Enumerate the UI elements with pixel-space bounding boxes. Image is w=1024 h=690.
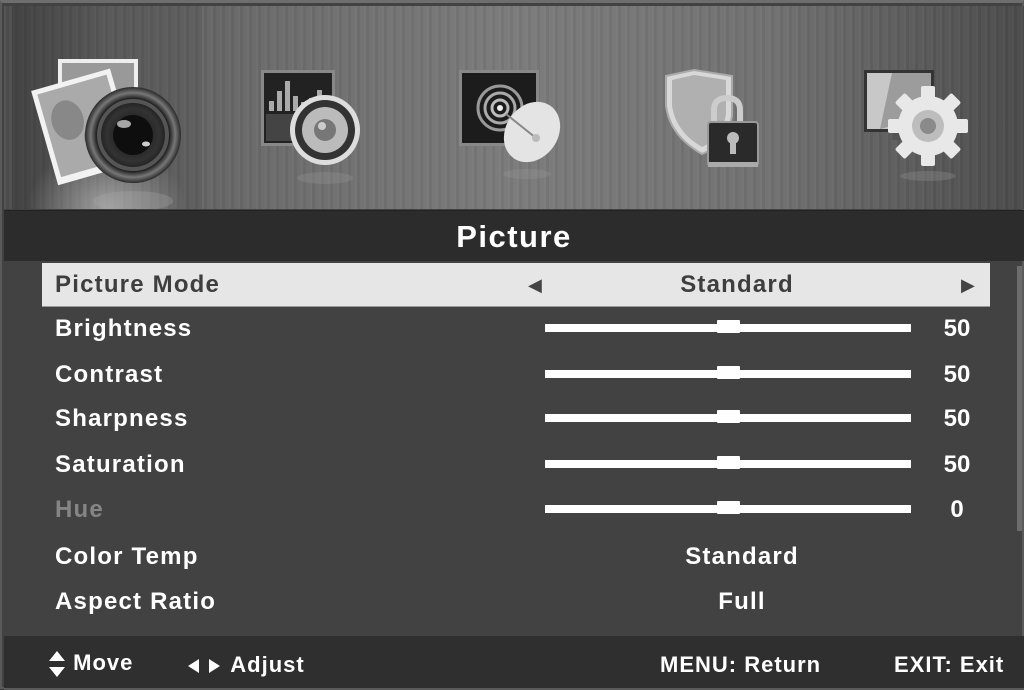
saturation-slider[interactable] (545, 456, 911, 469)
picture-menu-list: Picture Mode ◀ Standard ▶ Brightness 50 … (4, 261, 1014, 635)
page-title: Picture (456, 219, 572, 254)
menu-item-aspect-ratio[interactable]: Aspect Ratio Full (42, 580, 990, 624)
up-down-arrows-icon (49, 651, 65, 677)
menu-item-hue: Hue 0 (42, 488, 990, 532)
hint-adjust-label: Adjust (230, 652, 305, 677)
menu-item-brightness[interactable]: Brightness 50 (42, 307, 990, 351)
color-temp-value: Standard (685, 543, 799, 570)
left-right-arrows-icon (188, 659, 220, 674)
menu-item-label: Aspect Ratio (55, 588, 217, 615)
category-icon-bar (4, 6, 1024, 209)
contrast-slider[interactable] (545, 366, 911, 379)
right-arrow-icon[interactable]: ▶ (961, 273, 975, 297)
slider-thumb[interactable] (717, 366, 740, 379)
tab-setup[interactable] (832, 6, 1022, 209)
menu-item-label: Contrast (55, 361, 164, 388)
menu-title-bar: Picture (4, 210, 1024, 261)
menu-item-sharpness[interactable]: Sharpness 50 (42, 397, 990, 441)
slider-thumb[interactable] (717, 410, 740, 423)
sharpness-slider[interactable] (545, 410, 911, 423)
menu-item-label: Color Temp (55, 543, 199, 570)
menu-item-label: Sharpness (55, 405, 189, 432)
aspect-ratio-value: Full (718, 588, 766, 615)
brightness-slider[interactable] (545, 320, 911, 333)
sharpness-value: 50 (943, 405, 971, 432)
hint-move-label: Move (73, 649, 134, 675)
menu-item-saturation[interactable]: Saturation 50 (42, 443, 990, 487)
hint-adjust: Adjust (186, 652, 305, 678)
tab-picture[interactable] (12, 6, 202, 209)
menu-item-label: Brightness (55, 315, 193, 342)
hue-slider (545, 501, 911, 514)
menu-item-picture-mode[interactable]: Picture Mode ◀ Standard ▶ (42, 263, 990, 307)
menu-item-label: Picture Mode (55, 271, 221, 298)
tab-sound[interactable] (229, 6, 419, 209)
slider-thumb[interactable] (717, 456, 740, 469)
hint-move: Move (48, 649, 133, 679)
menu-item-color-temp[interactable]: Color Temp Standard (42, 535, 990, 579)
speaker-equalizer-icon (261, 70, 360, 184)
tv-osd-menu: Picture Picture Mode ◀ Standard ▶ Bright… (0, 0, 1024, 690)
footer-hint-bar: Move Adjust MENU: Return EXIT: Exit (4, 636, 1024, 690)
slider-thumb (717, 501, 740, 514)
hint-menu-return: MENU: Return (660, 652, 822, 677)
saturation-value: 50 (943, 451, 971, 478)
menu-item-label: Hue (55, 496, 104, 523)
tab-lock[interactable] (632, 6, 822, 209)
brightness-value: 50 (943, 315, 971, 342)
menu-item-label: Saturation (55, 451, 186, 478)
monitor-gear-icon (864, 70, 968, 181)
shield-lock-icon (665, 68, 759, 167)
hue-value: 0 (950, 496, 964, 523)
tab-channel[interactable] (432, 6, 622, 209)
contrast-value: 50 (943, 361, 971, 388)
hint-exit: EXIT: Exit (894, 652, 1005, 677)
slider-thumb[interactable] (717, 320, 740, 333)
scrollbar[interactable] (1017, 266, 1022, 531)
photo-camera-icon (31, 59, 181, 209)
satellite-dish-icon (459, 70, 561, 179)
picture-mode-value: Standard (680, 271, 794, 298)
menu-item-contrast[interactable]: Contrast 50 (42, 353, 990, 397)
